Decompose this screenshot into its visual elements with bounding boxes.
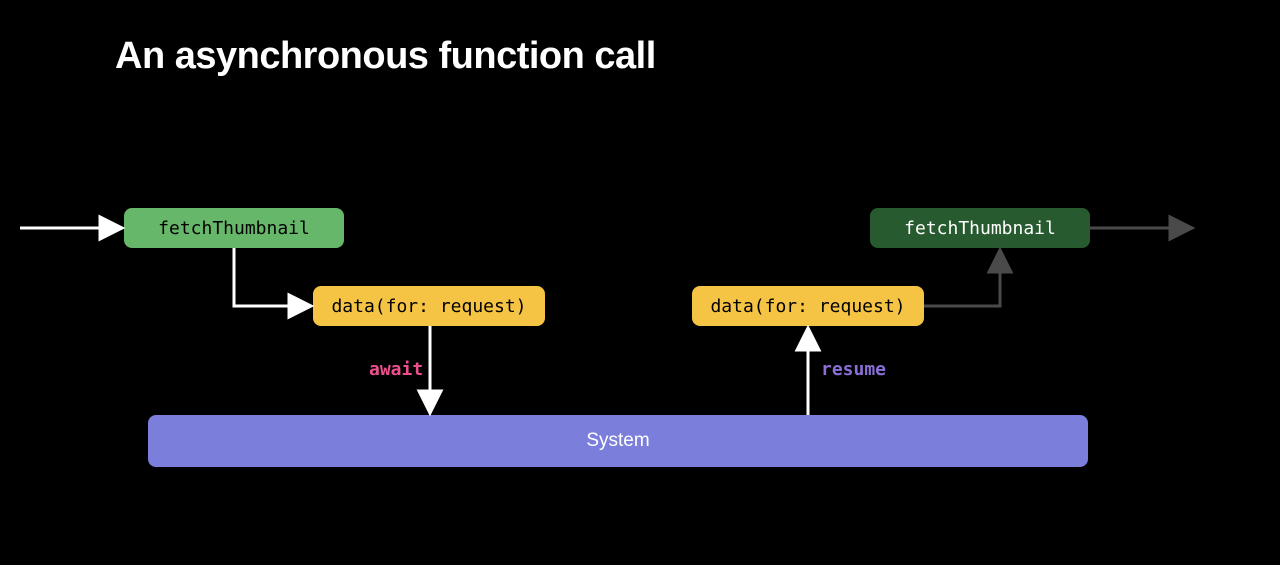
box-label: data(for: request) [331, 296, 526, 317]
flow-arrows [0, 0, 1280, 565]
box-fetch-thumbnail-start: fetchThumbnail [124, 208, 344, 248]
slide-title: An asynchronous function call [115, 35, 656, 78]
label-resume: resume [821, 359, 886, 380]
box-data-request-right: data(for: request) [692, 286, 924, 326]
box-label: System [586, 430, 649, 452]
box-fetch-thumbnail-resume: fetchThumbnail [870, 208, 1090, 248]
label-await: await [369, 359, 423, 380]
box-data-request-left: data(for: request) [313, 286, 545, 326]
box-system: System [148, 415, 1088, 467]
box-label: data(for: request) [710, 296, 905, 317]
box-label: fetchThumbnail [904, 218, 1056, 239]
box-label: fetchThumbnail [158, 218, 310, 239]
